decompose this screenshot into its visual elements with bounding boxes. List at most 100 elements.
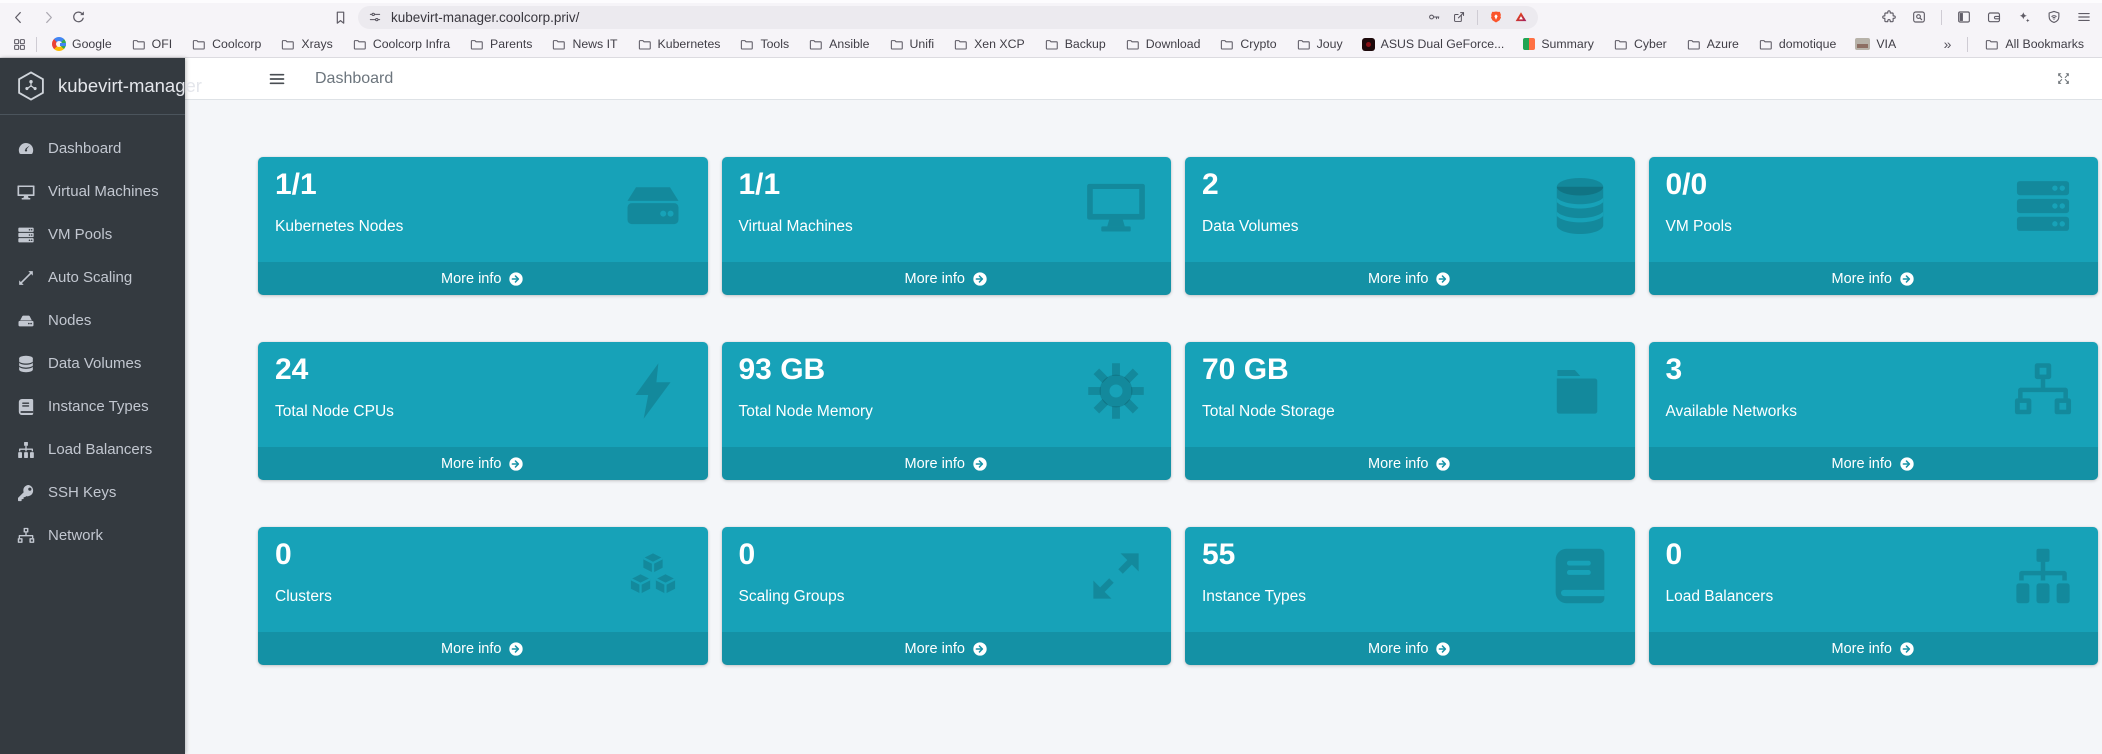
all-bookmarks-button[interactable]: All Bookmarks [1978, 34, 2090, 55]
card-label: Clusters [275, 588, 332, 605]
more-info-link[interactable]: More info [1185, 632, 1635, 665]
bookmark-label: Xen XCP [974, 37, 1025, 51]
main-area: Dashboard 1/1 Kubernetes Nodes More info 1/… [185, 58, 2102, 754]
sidebar-item-virtual-machines[interactable]: Virtual Machines [0, 170, 185, 213]
bookmark-item-google[interactable]: Google [46, 34, 118, 54]
card-label: Kubernetes Nodes [275, 218, 404, 235]
share-icon[interactable] [1452, 10, 1466, 24]
card-data-volumes: 2 Data Volumes More info [1185, 157, 1635, 295]
bookmark-item-xen-xcp[interactable]: Xen XCP [947, 34, 1031, 55]
bookmark-item-ofi[interactable]: OFI [125, 34, 179, 55]
card-value: 0 [738, 538, 756, 571]
sidebar-item-label: Auto Scaling [48, 269, 133, 286]
url-text[interactable]: kubevirt-manager.coolcorp.priv/ [391, 10, 1418, 25]
server-rack-icon [16, 225, 36, 245]
brand-name: kubevirt-manager [58, 75, 202, 96]
more-info-link[interactable]: More info [1648, 447, 2098, 480]
sidebar-item-label: Network [48, 527, 104, 544]
card-value: 70 GB [1202, 353, 1289, 386]
bookmark-item-asus-dual-geforce[interactable]: ASUS Dual GeForce... [1356, 34, 1511, 54]
bookmark-item-domotique[interactable]: domotique [1752, 34, 1842, 55]
sidebar-item-dashboard[interactable]: Dashboard [0, 127, 185, 170]
sidebar-item-ssh-keys[interactable]: SSH Keys [0, 471, 185, 514]
folder-icon [889, 37, 904, 52]
card-total-node-memory: 93 GB Total Node Memory More info [721, 342, 1171, 480]
search-page-icon[interactable] [1911, 9, 1927, 25]
sidebar: kubevirt-manager Dashboard Virtual Machin… [0, 58, 202, 754]
more-info-link[interactable]: More info [258, 632, 708, 665]
sidebar-item-label: Data Volumes [48, 355, 142, 372]
bookmark-label: Azure [1706, 37, 1739, 51]
more-info-link[interactable]: More info [721, 447, 1171, 480]
sidebar-item-data-volumes[interactable]: Data Volumes [0, 342, 185, 385]
url-bar[interactable]: kubevirt-manager.coolcorp.priv/ [358, 5, 1538, 29]
bookmark-item-crypto[interactable]: Crypto [1213, 34, 1282, 55]
more-info-link[interactable]: More info [721, 262, 1171, 295]
sidebar-item-load-balancers[interactable]: Load Balancers [0, 428, 185, 471]
back-icon[interactable] [10, 9, 27, 26]
wallet-icon[interactable] [1986, 9, 2002, 25]
brave-rewards-icon[interactable] [1514, 10, 1528, 24]
bookmark-label: Jouy [1316, 37, 1343, 51]
more-info-link[interactable]: More info [1185, 447, 1635, 480]
leo-ai-sparkle-icon[interactable] [2016, 9, 2032, 25]
card-virtual-machines: 1/1 Virtual Machines More info [721, 157, 1171, 295]
bookmark-item-via[interactable]: VIA [1849, 34, 1902, 54]
browser-menu-icon[interactable] [2076, 9, 2092, 25]
sitemap-icon [16, 440, 36, 460]
more-info-link[interactable]: More info [721, 632, 1171, 665]
bookmark-item-unifi[interactable]: Unifi [883, 34, 941, 55]
sidebar-item-auto-scaling[interactable]: Auto Scaling [0, 256, 185, 299]
bookmark-flag-icon[interactable] [332, 9, 349, 26]
sidebar-collapse-icon[interactable] [267, 69, 287, 89]
sidebar-item-instance-types[interactable]: Instance Types [0, 385, 185, 428]
sidebar-nav: Dashboard Virtual Machines VM Pools Auto Sc… [0, 115, 185, 557]
bookmark-item-download[interactable]: Download [1119, 34, 1207, 55]
arrow-circle-right-icon [1435, 271, 1451, 287]
sidebar-item-nodes[interactable]: Nodes [0, 299, 185, 342]
extensions-puzzle-icon[interactable] [1881, 9, 1897, 25]
bookmark-item-backup[interactable]: Backup [1038, 34, 1112, 55]
sidebar-brand[interactable]: kubevirt-manager [0, 58, 202, 115]
bookmark-item-summary[interactable]: Summary [1517, 34, 1600, 54]
more-info-link[interactable]: More info [258, 447, 708, 480]
more-info-link[interactable]: More info [258, 262, 708, 295]
bookmark-item-coolcorp[interactable]: Coolcorp [185, 34, 267, 55]
more-info-label: More info [1831, 640, 1892, 657]
sidebar-item-vm-pools[interactable]: VM Pools [0, 213, 185, 256]
more-info-link[interactable]: More info [1648, 632, 2098, 665]
brave-shields-icon[interactable] [1489, 10, 1503, 24]
bookmark-item-xrays[interactable]: Xrays [274, 34, 338, 55]
forward-icon[interactable] [40, 9, 57, 26]
more-info-link[interactable]: More info [1185, 262, 1635, 295]
card-value: 24 [275, 353, 309, 386]
card-label: VM Pools [1665, 218, 1732, 235]
vpn-shield-icon[interactable] [2046, 9, 2062, 25]
sidebar-toggle-icon[interactable] [1956, 9, 1972, 25]
card-kubernetes-nodes: 1/1 Kubernetes Nodes More info [258, 157, 708, 295]
apps-grid-icon[interactable] [12, 37, 27, 52]
bookmark-item-news-it[interactable]: News IT [545, 34, 623, 55]
bookmark-item-ansible[interactable]: Ansible [802, 34, 875, 55]
bookmark-item-coolcorp-infra[interactable]: Coolcorp Infra [346, 34, 456, 55]
scale-arrows-icon [16, 268, 36, 288]
site-settings-icon[interactable] [368, 10, 382, 24]
reload-icon[interactable] [70, 9, 87, 26]
more-info-label: More info [1831, 270, 1892, 287]
bookmark-item-parents[interactable]: Parents [463, 34, 538, 55]
bookmarks-overflow-chevrons[interactable]: » [1938, 36, 1958, 52]
folder-icon [1984, 37, 1999, 52]
bookmark-item-azure[interactable]: Azure [1680, 34, 1745, 55]
sidebar-item-label: Dashboard [48, 140, 122, 157]
bookmark-item-jouy[interactable]: Jouy [1290, 34, 1349, 55]
password-key-icon[interactable] [1427, 10, 1441, 24]
fullscreen-expand-icon[interactable] [2055, 70, 2072, 87]
card-value: 0 [275, 538, 292, 571]
bookmark-item-kubernetes[interactable]: Kubernetes [631, 34, 727, 55]
bookmark-item-tools[interactable]: Tools [733, 34, 795, 55]
bookmark-item-cyber[interactable]: Cyber [1607, 34, 1673, 55]
sidebar-item-network[interactable]: Network [0, 514, 185, 557]
card-value: 93 GB [738, 353, 826, 386]
more-info-link[interactable]: More info [1648, 262, 2098, 295]
more-info-label: More info [1368, 640, 1429, 657]
